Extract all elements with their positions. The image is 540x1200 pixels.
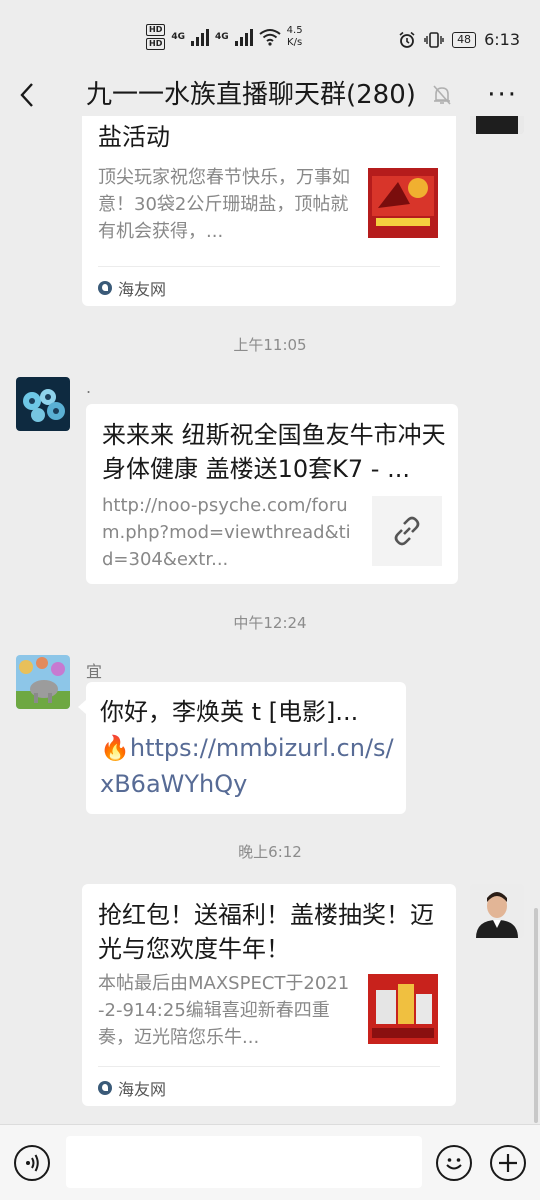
signal-icon-2 (234, 28, 253, 46)
signal-icon (191, 28, 209, 46)
more-functions-button[interactable] (490, 1145, 526, 1181)
article-thumbnail (368, 974, 438, 1044)
voice-input-button[interactable] (14, 1145, 50, 1181)
text-bubble[interactable]: 你好，李焕英 t [电影]... 🔥https://mmbizurl.cn/s/… (78, 682, 406, 814)
link-title: 来来来 纽斯祝全国鱼友牛市冲天 身体健康 盖楼送10套K7 - ... (102, 421, 446, 483)
emoji-button[interactable] (436, 1145, 472, 1181)
vibrate-icon (424, 31, 444, 48)
source-logo-icon (98, 281, 112, 295)
network-type-1: 4G (171, 32, 185, 42)
link-url: http://noo-psyche.com/forum.php?mod=view… (102, 495, 351, 570)
card-divider (98, 266, 440, 267)
mute-bell-icon (433, 85, 451, 105)
avatar-coral[interactable] (16, 377, 70, 431)
card-divider (98, 1066, 440, 1067)
article-title: 盐活动 (98, 123, 170, 151)
message-text: 你好，李焕英 t [电影]... 🔥https://mmbizurl.cn/s/… (100, 698, 394, 798)
smiley-icon (446, 1158, 462, 1170)
link-preview-box (372, 496, 442, 566)
title-bar: 九一一水族直播聊天群(280) ··· (0, 76, 540, 116)
sender-name: . (86, 378, 92, 397)
timestamp: 晚上6:12 (238, 843, 302, 861)
more-options-button[interactable]: ··· (487, 82, 518, 108)
article-thumbnail (368, 168, 438, 238)
link-card[interactable]: 来来来 纽斯祝全国鱼友牛市冲天 身体健康 盖楼送10套K7 - ... http… (86, 404, 458, 584)
article-description: 本帖最后由MAXSPECT于2021-2-914:25编辑喜迎新春四重奏，迈光陪… (98, 973, 350, 1048)
input-bar (0, 1124, 540, 1200)
network-speed: 4.5 K/s (286, 25, 303, 48)
alarm-icon (399, 31, 415, 48)
article-card-2[interactable]: 抢红包！送福利！盖楼抽奖！迈光与您欢度牛年！ 本帖最后由MAXSPECT于202… (82, 884, 456, 1106)
sender-name: 宜 (86, 662, 103, 681)
clock: 6:13 (484, 30, 520, 49)
avatar-elephant[interactable] (16, 655, 70, 709)
timestamp: 中午12:24 (233, 614, 307, 632)
voice-icon (26, 1154, 39, 1172)
plus-icon (499, 1154, 517, 1172)
fire-emoji: 🔥 (100, 734, 130, 762)
link-icon (394, 516, 420, 546)
source-logo-icon (98, 1081, 112, 1095)
status-bar: HD HD 4G 4G 4.5 K/s 48 6:13 (0, 0, 540, 76)
timestamp: 上午11:05 (233, 336, 307, 354)
chat-area[interactable]: 盐活动 顶尖玩家祝您春节快乐，万事如意！30袋2公斤珊瑚盐，顶帖就有机会获得，.… (0, 116, 540, 1124)
avatar-self[interactable] (470, 884, 524, 938)
back-arrow-icon[interactable] (14, 80, 44, 110)
hd-indicator: HD HD (146, 24, 166, 50)
scrollbar[interactable] (534, 908, 538, 1123)
article-description: 顶尖玩家祝您春节快乐，万事如意！30袋2公斤珊瑚盐，顶帖就有机会获得，... (98, 167, 350, 242)
network-type-2: 4G (215, 32, 229, 42)
article-source: 海友网 (98, 276, 166, 300)
avatar-self-partial[interactable] (470, 116, 524, 134)
battery-indicator: 48 (452, 31, 477, 48)
chat-title: 九一一水族直播聊天群(280) (86, 80, 416, 110)
message-input[interactable] (66, 1136, 422, 1188)
message-link[interactable]: https://mmbizurl.cn/s/xB6aWYhQy (100, 734, 394, 798)
article-title: 抢红包！送福利！盖楼抽奖！迈光与您欢度牛年！ (98, 901, 434, 963)
article-card-1[interactable]: 盐活动 顶尖玩家祝您春节快乐，万事如意！30袋2公斤珊瑚盐，顶帖就有机会获得，.… (82, 116, 456, 306)
wifi-icon (259, 29, 281, 46)
article-source: 海友网 (98, 1076, 166, 1100)
